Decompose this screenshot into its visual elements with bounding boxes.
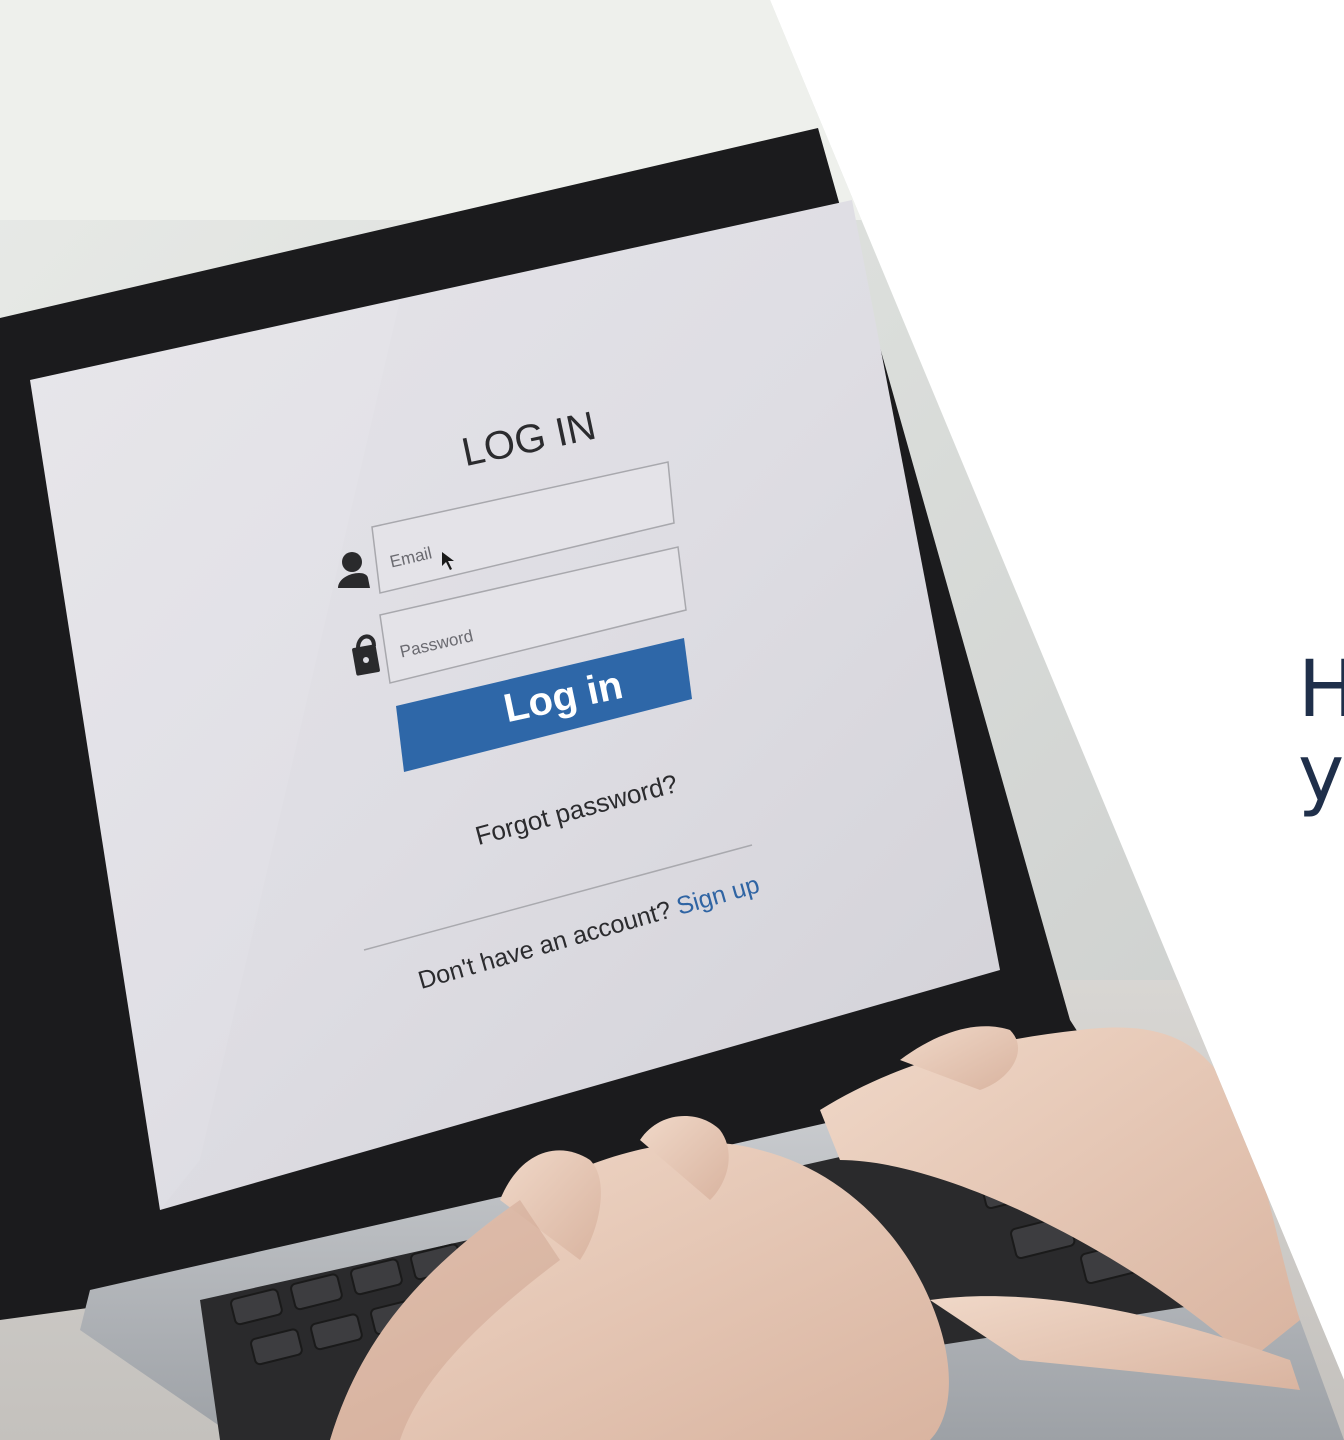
headline-line-1: H [1298, 645, 1344, 735]
headline-line-2: y [1298, 729, 1344, 819]
headline: H y [1298, 648, 1344, 816]
laptop-photo [0, 0, 1344, 1440]
